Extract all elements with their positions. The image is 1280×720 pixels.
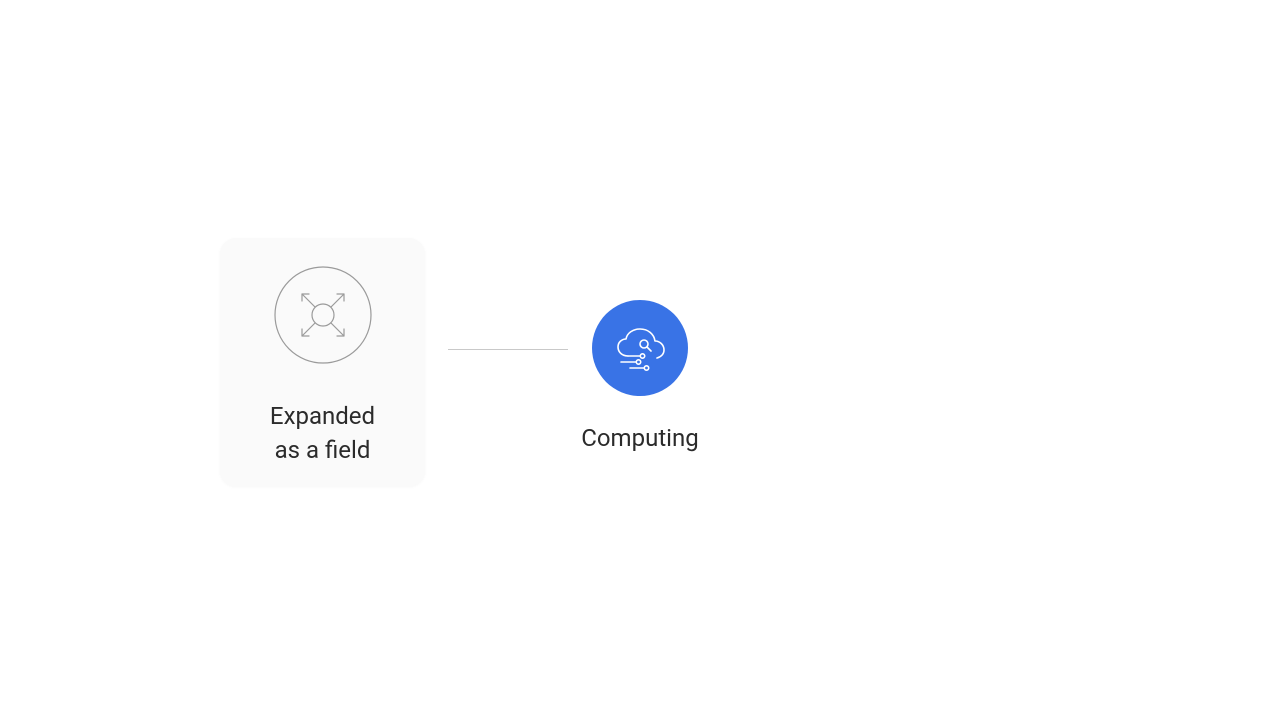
computing-label: Computing [581,424,698,452]
expand-arrows-icon [274,266,372,364]
computing-node: Computing [578,300,702,452]
cloud-circuit-icon [592,300,688,396]
expanded-field-card: Expanded as a field [220,238,425,486]
connector-line [448,349,568,350]
expanded-field-label: Expanded as a field [270,400,375,467]
expanded-field-label-line2: as a field [270,434,375,468]
expanded-field-label-line1: Expanded [270,400,375,434]
diagram-container: Expanded as a field [0,0,1280,720]
